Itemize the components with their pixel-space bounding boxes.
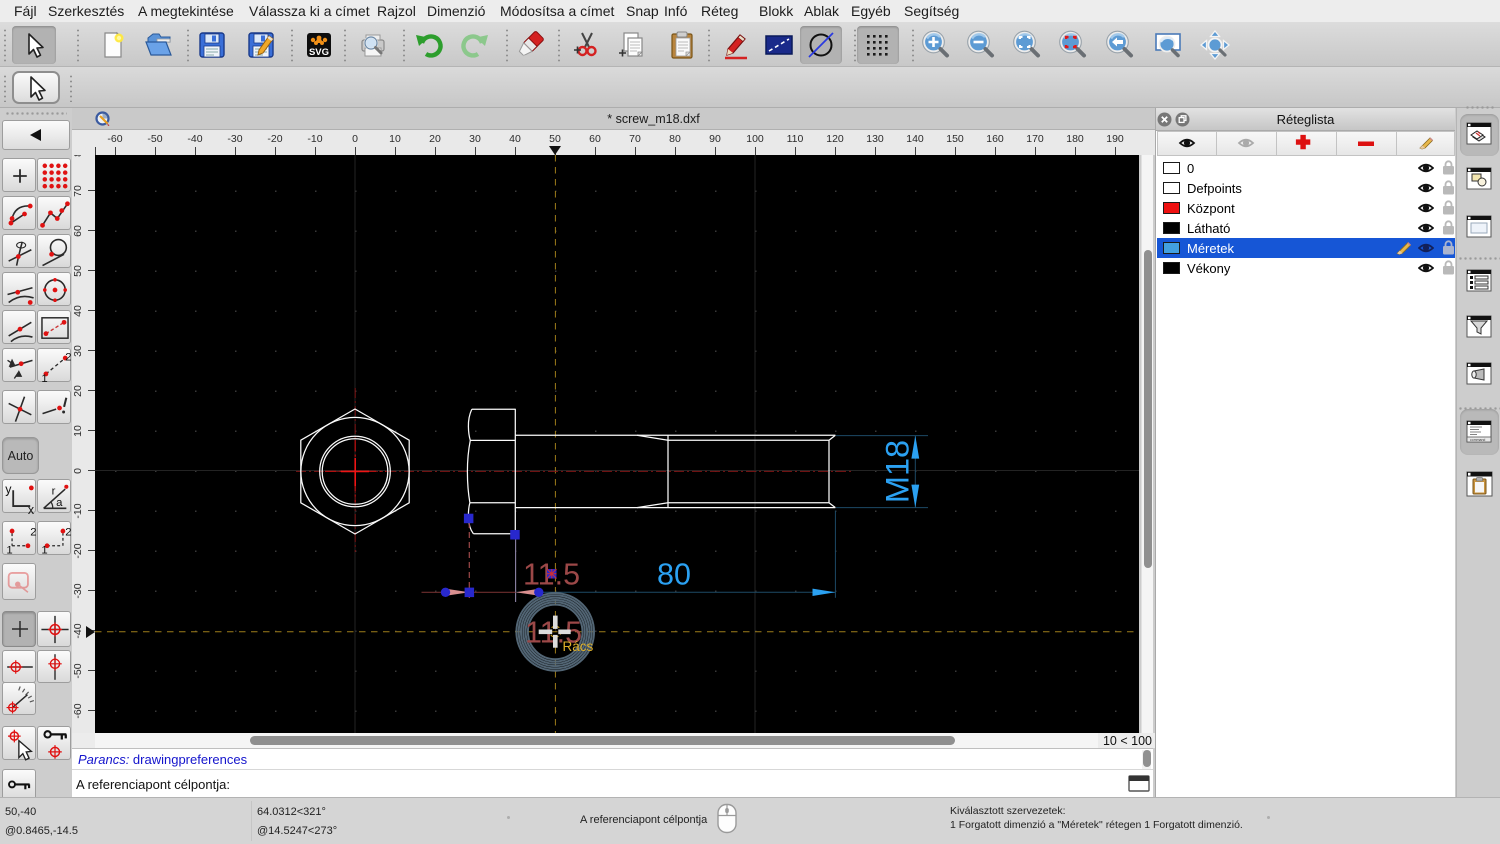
svg-text:M18: M18 (880, 440, 916, 503)
svg-text:80: 80 (657, 558, 691, 592)
svg-text:2: 2 (65, 351, 71, 363)
svg-text:SVG: SVG (309, 47, 329, 58)
svg-text:2: 2 (65, 527, 71, 539)
svg-text:1: 1 (41, 545, 47, 556)
svg-text:1: 1 (6, 545, 12, 556)
svg-text:y: y (5, 483, 12, 497)
svg-text:a: a (56, 497, 63, 509)
svg-text:1: 1 (41, 373, 47, 383)
svg-text:2: 2 (30, 527, 36, 539)
svg-text:command: command (1470, 438, 1485, 442)
svg-text:Rács: Rács (563, 639, 594, 654)
svg-text:r: r (52, 486, 56, 498)
svg-text:x: x (28, 503, 35, 514)
